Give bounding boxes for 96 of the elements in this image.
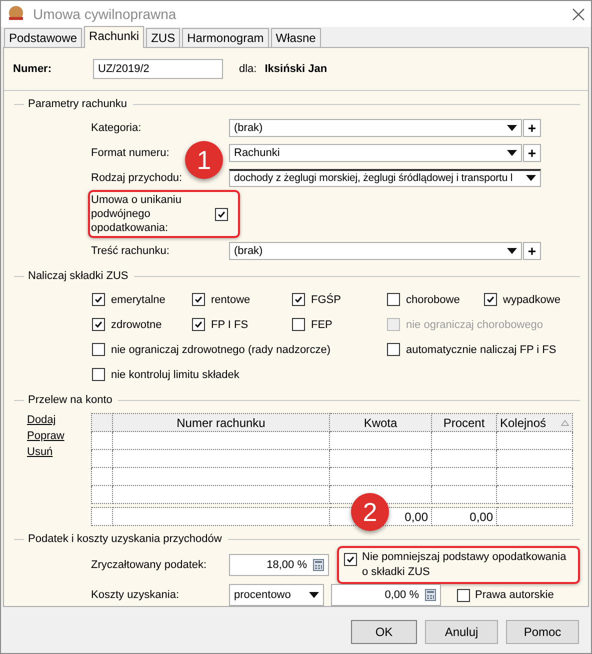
- checkbox-label: Prawa autorskie: [475, 589, 554, 601]
- section-title: Naliczaj składki ZUS: [28, 270, 128, 282]
- checkbox[interactable]: [92, 368, 105, 381]
- dropdown-value: (brak): [234, 122, 264, 134]
- number-field[interactable]: UZ/2019/2: [93, 59, 223, 79]
- dialog-button[interactable]: Pomoc: [506, 620, 579, 644]
- add-button[interactable]: +: [523, 144, 541, 162]
- checkbox[interactable]: [192, 318, 205, 331]
- checkbox-label: zdrowotne: [111, 318, 162, 330]
- tab[interactable]: Rachunki: [84, 26, 144, 48]
- table-cell: [432, 432, 496, 450]
- checkbox[interactable]: [484, 293, 497, 306]
- dropdown-arrow-icon[interactable]: [526, 175, 536, 181]
- action-link[interactable]: Dodaj: [27, 414, 56, 426]
- table-header[interactable]: Kolejnoś: [496, 414, 572, 432]
- table-cell: [92, 486, 112, 504]
- dialog-button[interactable]: OK: [351, 620, 417, 644]
- action-link[interactable]: Popraw: [27, 430, 64, 442]
- checkbox-label: FGŚP: [311, 294, 341, 306]
- table-cell: [92, 468, 112, 486]
- checkbox-label: nie ograniczaj chorobowego: [406, 318, 543, 330]
- dropdown-field[interactable]: Rachunki: [229, 144, 522, 162]
- dropdown-value: Rachunki: [234, 146, 281, 158]
- dropdown-arrow-icon[interactable]: [507, 150, 517, 156]
- for-label: dla:: [239, 63, 257, 75]
- add-button[interactable]: +: [523, 118, 541, 136]
- percent-field[interactable]: 0,00 %: [331, 584, 441, 606]
- table-header[interactable]: Procent: [432, 414, 496, 432]
- checkbox[interactable]: [387, 343, 400, 356]
- dropdown-field[interactable]: procentowo: [229, 584, 324, 606]
- field-label: Rodzaj przychodu:: [91, 172, 184, 184]
- field-label: Zryczałtowany podatek:: [91, 559, 208, 571]
- checkbox[interactable]: [92, 318, 105, 331]
- checkbox-label: Umowa o unikaniu podwójnego opodatkowania:: [91, 193, 182, 235]
- checkbox-label: nie ograniczaj zdrowotnego (rady nadzorcze): [111, 344, 331, 356]
- checkbox[interactable]: [457, 588, 470, 602]
- dropdown-value: procentowo: [234, 589, 292, 601]
- dropdown-arrow-icon[interactable]: [507, 248, 517, 254]
- checkbox-label: FEP: [311, 318, 332, 330]
- table-cell: [92, 432, 112, 450]
- checkbox-label: automatycznie naliczaj FP i FS: [406, 344, 556, 356]
- section-title: Parametry rachunku: [28, 98, 128, 110]
- calculator-icon[interactable]: [313, 559, 324, 571]
- dropdown-value: (brak): [234, 244, 264, 256]
- tab[interactable]: Podstawowe: [4, 28, 82, 47]
- checkbox-label: rentowe: [211, 294, 250, 306]
- close-icon[interactable]: [572, 8, 585, 20]
- table-cell: [432, 450, 496, 468]
- checkbox-label: emerytalne: [111, 294, 166, 306]
- checkbox-label: Nie pomniejszaj podstawy opodatkowania o składki ZUS: [362, 550, 568, 580]
- tab[interactable]: ZUS: [146, 28, 180, 47]
- field-value: 18,00 %: [266, 559, 307, 571]
- checkbox[interactable]: [344, 553, 357, 566]
- field-value: 0,00 %: [384, 589, 419, 601]
- checkbox-label: FP I FS: [211, 318, 248, 330]
- field-label: Format numeru:: [91, 146, 170, 158]
- checkbox[interactable]: [92, 293, 105, 306]
- section-title: Podatek i koszty uzyskania przychodów: [28, 533, 222, 545]
- dropdown-value: dochody z żeglugi morskiej, żeglugi śródlądowej i transportu l: [234, 172, 514, 184]
- dropdown-arrow-icon[interactable]: [309, 592, 319, 598]
- tab[interactable]: Harmonogram: [182, 28, 269, 47]
- table-cell: [432, 468, 496, 486]
- table-header: [92, 414, 112, 432]
- checkbox[interactable]: [292, 318, 305, 331]
- section-title: Przelew na konto: [28, 394, 112, 406]
- dropdown-field[interactable]: (brak): [229, 118, 522, 136]
- field-label: Koszty uzyskania:: [91, 589, 180, 601]
- dropdown-field[interactable]: (brak): [229, 242, 522, 260]
- checkbox[interactable]: [387, 293, 400, 306]
- checkbox[interactable]: [92, 343, 105, 356]
- table-header[interactable]: Kwota: [330, 414, 432, 432]
- total-cell: 0,00: [432, 508, 496, 526]
- person-name: Iksiński Jan: [264, 63, 328, 75]
- table-header[interactable]: Numer rachunku: [112, 414, 330, 432]
- checkbox[interactable]: [192, 293, 205, 306]
- checkbox[interactable]: [215, 208, 228, 220]
- table-cell: [432, 486, 496, 504]
- tab[interactable]: Własne: [270, 28, 321, 47]
- dialog-button[interactable]: Anuluj: [425, 620, 498, 644]
- checkbox-label: chorobowe: [406, 294, 460, 306]
- number-label: Numer:: [13, 63, 53, 75]
- checkbox[interactable]: [292, 293, 305, 306]
- window-title: Umowa cywilnoprawna: [33, 6, 178, 22]
- field-label: Kategoria:: [91, 122, 142, 134]
- checkbox-label: wypadkowe: [503, 294, 560, 306]
- field-label: Treść rachunku:: [91, 244, 170, 256]
- dropdown-field[interactable]: dochody z żeglugi morskiej, żeglugi śródlądowej i transportu l: [229, 168, 541, 186]
- table-cell: [92, 508, 112, 526]
- app-logo-icon: [7, 5, 25, 23]
- action-link[interactable]: Usuń: [27, 446, 53, 458]
- calculator-icon[interactable]: [425, 589, 436, 601]
- checkbox-label: nie kontroluj limitu składek: [111, 368, 240, 380]
- dropdown-arrow-icon[interactable]: [507, 124, 517, 130]
- add-button[interactable]: +: [523, 242, 541, 260]
- percent-field[interactable]: 18,00 %: [229, 554, 329, 576]
- table-cell: [92, 450, 112, 468]
